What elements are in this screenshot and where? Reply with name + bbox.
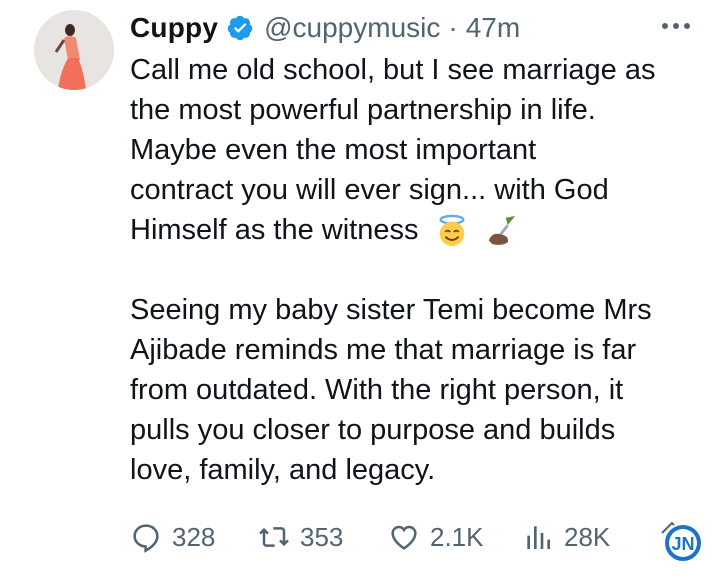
author-handle[interactable]: @cuppymusic — [264, 12, 440, 44]
like-count: 2.1K — [430, 521, 484, 552]
watermark-text: JN — [671, 534, 694, 554]
jn-watermark-logo: JN — [661, 521, 703, 563]
tweet-text: Call me old school, but I see marriage a… — [130, 50, 710, 490]
reply-button[interactable]: 328 — [130, 515, 215, 559]
separator-dot: · — [448, 12, 458, 43]
tweet-line: Seeing my baby sister Temi become Mrs — [130, 294, 652, 326]
more-dot-icon — [662, 23, 668, 29]
repost-button[interactable]: 353 — [258, 515, 343, 559]
halo-smile-emoji-icon — [439, 215, 465, 247]
tweet-line: contract you will ever sign... with God — [130, 174, 609, 206]
tweet-line: Ajibade reminds me that marriage is far — [130, 334, 637, 366]
more-dot-icon — [684, 23, 690, 29]
tweet-line: pulls you closer to purpose and builds — [130, 414, 616, 446]
author-name[interactable]: Cuppy — [130, 12, 218, 44]
tweet-timestamp[interactable]: 47m — [466, 12, 520, 44]
verified-badge-icon — [227, 15, 253, 41]
reply-count: 328 — [172, 521, 216, 552]
views-chart-icon — [527, 526, 550, 549]
heart-icon — [391, 525, 417, 550]
action-bar: 328 353 2.1K 28K — [130, 515, 720, 559]
tweet-line: from outdated. With the right person, it — [130, 374, 624, 406]
tweet-line-with-emoji: Himself as the witness — [130, 210, 710, 250]
tweet-line: Maybe even the most important — [130, 134, 537, 166]
like-button[interactable]: 2.1K — [388, 515, 484, 559]
avatar[interactable] — [34, 10, 114, 90]
tweet-line: Himself as the witness — [130, 214, 419, 246]
tweet-line: love, family, and legacy. — [130, 454, 436, 486]
tweet-line: the most powerful partnership in life. — [130, 94, 596, 126]
repost-count: 353 — [300, 521, 344, 552]
views-button[interactable]: 28K — [522, 515, 610, 559]
profile-photo — [34, 10, 114, 90]
tweet-header: Cuppy @cuppymusic · 47m — [130, 8, 720, 48]
reply-icon — [133, 524, 159, 553]
more-options-button[interactable] — [654, 8, 698, 44]
tweet-line: Call me old school, but I see marriage a… — [130, 54, 656, 86]
views-count: 28K — [564, 521, 611, 552]
more-dot-icon — [673, 23, 679, 29]
repost-icon — [259, 527, 289, 547]
writing-hand-emoji-icon — [488, 216, 515, 246]
